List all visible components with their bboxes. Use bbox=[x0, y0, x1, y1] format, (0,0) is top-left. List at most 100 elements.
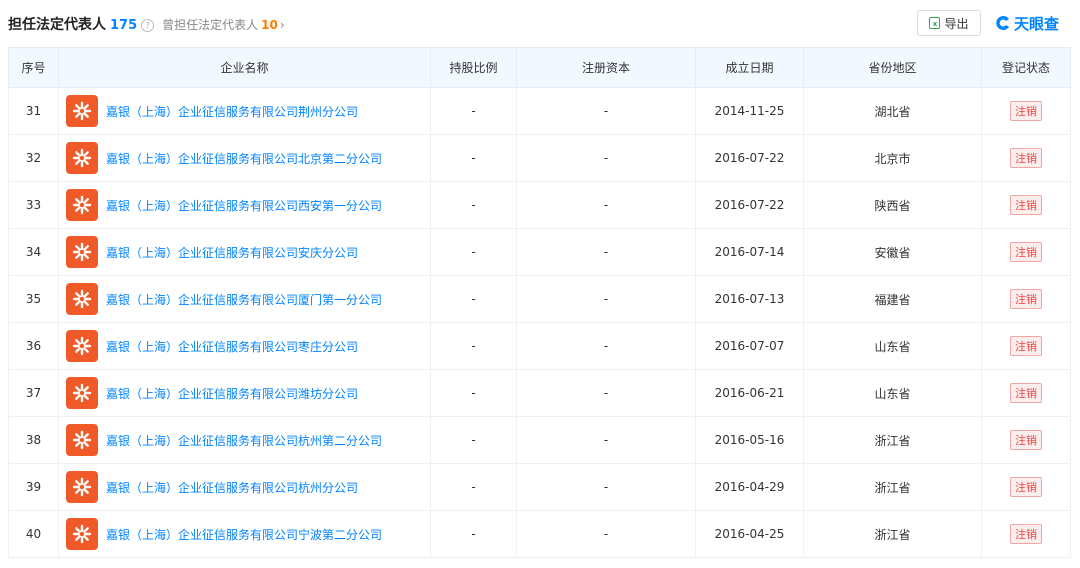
col-region: 省份地区 bbox=[803, 47, 982, 88]
cell-status: 注销 bbox=[981, 369, 1071, 417]
status-badge: 注销 bbox=[1010, 289, 1042, 309]
cell-share-ratio: - bbox=[430, 322, 517, 370]
cell-status: 注销 bbox=[981, 228, 1071, 276]
cell-registered-capital: - bbox=[516, 416, 696, 464]
cell-region: 湖北省 bbox=[803, 87, 982, 135]
col-share-ratio: 持股比例 bbox=[430, 47, 517, 88]
cell-share-ratio: - bbox=[430, 463, 517, 511]
cell-index: 33 bbox=[8, 181, 59, 229]
cell-company: 嘉银（上海）企业征信服务有限公司杭州第二分公司 bbox=[58, 416, 431, 464]
table-header-row: 序号 企业名称 持股比例 注册资本 成立日期 省份地区 登记状态 bbox=[8, 47, 1071, 88]
cell-status: 注销 bbox=[981, 87, 1071, 135]
company-name-link[interactable]: 嘉银（上海）企业征信服务有限公司杭州第二分公司 bbox=[106, 432, 382, 449]
status-badge: 注销 bbox=[1010, 524, 1042, 544]
company-name-link[interactable]: 嘉银（上海）企业征信服务有限公司厦门第一分公司 bbox=[106, 291, 382, 308]
section-title: 担任法定代表人 175? 曾担任法定代表人 10 › bbox=[8, 14, 285, 34]
cell-index: 40 bbox=[8, 510, 59, 558]
past-label: 曾担任法定代表人 bbox=[162, 18, 259, 32]
cell-index: 36 bbox=[8, 322, 59, 370]
status-badge: 注销 bbox=[1010, 195, 1042, 215]
company-name-link[interactable]: 嘉银（上海）企业征信服务有限公司安庆分公司 bbox=[106, 244, 358, 261]
cell-established-date: 2016-07-22 bbox=[695, 134, 804, 182]
table-row: 35 嘉银（上海）企业征信服务有限公司厦门第一分公司 - - 2016-07-1… bbox=[8, 275, 1071, 323]
past-count: 10 bbox=[261, 18, 278, 32]
cell-region: 浙江省 bbox=[803, 463, 982, 511]
cell-established-date: 2016-04-29 bbox=[695, 463, 804, 511]
table-row: 34 嘉银（上海）企业征信服务有限公司安庆分公司 - - 2016-07-14 … bbox=[8, 228, 1071, 276]
cell-registered-capital: - bbox=[516, 275, 696, 323]
cell-status: 注销 bbox=[981, 181, 1071, 229]
cell-status: 注销 bbox=[981, 275, 1071, 323]
chevron-right-icon: › bbox=[279, 18, 285, 32]
help-icon[interactable]: ? bbox=[141, 19, 155, 32]
eye-logo-icon bbox=[996, 16, 1009, 30]
cell-registered-capital: - bbox=[516, 463, 696, 511]
cell-company: 嘉银（上海）企业征信服务有限公司北京第二分公司 bbox=[58, 134, 431, 182]
cell-established-date: 2016-04-25 bbox=[695, 510, 804, 558]
cell-index: 35 bbox=[8, 275, 59, 323]
status-badge: 注销 bbox=[1010, 477, 1042, 497]
table-row: 33 嘉银（上海）企业征信服务有限公司西安第一分公司 - - 2016-07-2… bbox=[8, 181, 1071, 229]
cell-region: 浙江省 bbox=[803, 510, 982, 558]
cell-registered-capital: - bbox=[516, 322, 696, 370]
table-row: 40 嘉银（上海）企业征信服务有限公司宁波第二分公司 - - 2016-04-2… bbox=[8, 510, 1071, 558]
cell-registered-capital: - bbox=[516, 181, 696, 229]
company-logo-icon bbox=[66, 189, 98, 221]
cell-company: 嘉银（上海）企业征信服务有限公司宁波第二分公司 bbox=[58, 510, 431, 558]
company-name-link[interactable]: 嘉银（上海）企业征信服务有限公司宁波第二分公司 bbox=[106, 526, 382, 543]
cell-company: 嘉银（上海）企业征信服务有限公司西安第一分公司 bbox=[58, 181, 431, 229]
status-badge: 注销 bbox=[1010, 430, 1042, 450]
cell-share-ratio: - bbox=[430, 181, 517, 229]
status-badge: 注销 bbox=[1010, 148, 1042, 168]
cell-established-date: 2016-07-13 bbox=[695, 275, 804, 323]
col-registered-capital: 注册资本 bbox=[516, 47, 696, 88]
table-row: 31 嘉银（上海）企业征信服务有限公司荆州分公司 - - 2014-11-25 … bbox=[8, 87, 1071, 135]
company-name-link[interactable]: 嘉银（上海）企业征信服务有限公司北京第二分公司 bbox=[106, 150, 382, 167]
status-badge: 注销 bbox=[1010, 336, 1042, 356]
col-company-name: 企业名称 bbox=[58, 47, 431, 88]
cell-status: 注销 bbox=[981, 463, 1071, 511]
cell-status: 注销 bbox=[981, 510, 1071, 558]
cell-region: 北京市 bbox=[803, 134, 982, 182]
cell-registered-capital: - bbox=[516, 87, 696, 135]
cell-established-date: 2014-11-25 bbox=[695, 87, 804, 135]
table-row: 37 嘉银（上海）企业征信服务有限公司潍坊分公司 - - 2016-06-21 … bbox=[8, 369, 1071, 417]
cell-company: 嘉银（上海）企业征信服务有限公司枣庄分公司 bbox=[58, 322, 431, 370]
cell-region: 福建省 bbox=[803, 275, 982, 323]
cell-registered-capital: - bbox=[516, 228, 696, 276]
export-button[interactable]: x 导出 bbox=[917, 10, 981, 36]
cell-index: 39 bbox=[8, 463, 59, 511]
cell-established-date: 2016-07-07 bbox=[695, 322, 804, 370]
cell-share-ratio: - bbox=[430, 275, 517, 323]
past-legal-rep-tab[interactable]: 曾担任法定代表人 10 › bbox=[162, 18, 285, 32]
company-logo-icon bbox=[66, 142, 98, 174]
table-row: 38 嘉银（上海）企业征信服务有限公司杭州第二分公司 - - 2016-05-1… bbox=[8, 416, 1071, 464]
excel-icon: x bbox=[929, 17, 941, 29]
company-logo-icon bbox=[66, 283, 98, 315]
cell-index: 37 bbox=[8, 369, 59, 417]
company-logo-icon bbox=[66, 95, 98, 127]
cell-status: 注销 bbox=[981, 134, 1071, 182]
cell-established-date: 2016-06-21 bbox=[695, 369, 804, 417]
cell-region: 浙江省 bbox=[803, 416, 982, 464]
cell-region: 山东省 bbox=[803, 369, 982, 417]
company-name-link[interactable]: 嘉银（上海）企业征信服务有限公司杭州分公司 bbox=[106, 479, 358, 496]
company-logo-icon bbox=[66, 236, 98, 268]
company-name-link[interactable]: 嘉银（上海）企业征信服务有限公司枣庄分公司 bbox=[106, 338, 358, 355]
company-name-link[interactable]: 嘉银（上海）企业征信服务有限公司西安第一分公司 bbox=[106, 197, 382, 214]
table-row: 36 嘉银（上海）企业征信服务有限公司枣庄分公司 - - 2016-07-07 … bbox=[8, 322, 1071, 370]
company-logo-icon bbox=[66, 330, 98, 362]
company-logo-icon bbox=[66, 471, 98, 503]
cell-registered-capital: - bbox=[516, 510, 696, 558]
cell-region: 陕西省 bbox=[803, 181, 982, 229]
cell-company: 嘉银（上海）企业征信服务有限公司潍坊分公司 bbox=[58, 369, 431, 417]
cell-established-date: 2016-05-16 bbox=[695, 416, 804, 464]
cell-index: 38 bbox=[8, 416, 59, 464]
cell-share-ratio: - bbox=[430, 87, 517, 135]
company-logo-icon bbox=[66, 377, 98, 409]
company-name-link[interactable]: 嘉银（上海）企业征信服务有限公司荆州分公司 bbox=[106, 103, 358, 120]
status-badge: 注销 bbox=[1010, 383, 1042, 403]
company-name-link[interactable]: 嘉银（上海）企业征信服务有限公司潍坊分公司 bbox=[106, 385, 358, 402]
section-header: 担任法定代表人 175? 曾担任法定代表人 10 › x 导出 天眼查 bbox=[8, 6, 1072, 40]
cell-share-ratio: - bbox=[430, 228, 517, 276]
